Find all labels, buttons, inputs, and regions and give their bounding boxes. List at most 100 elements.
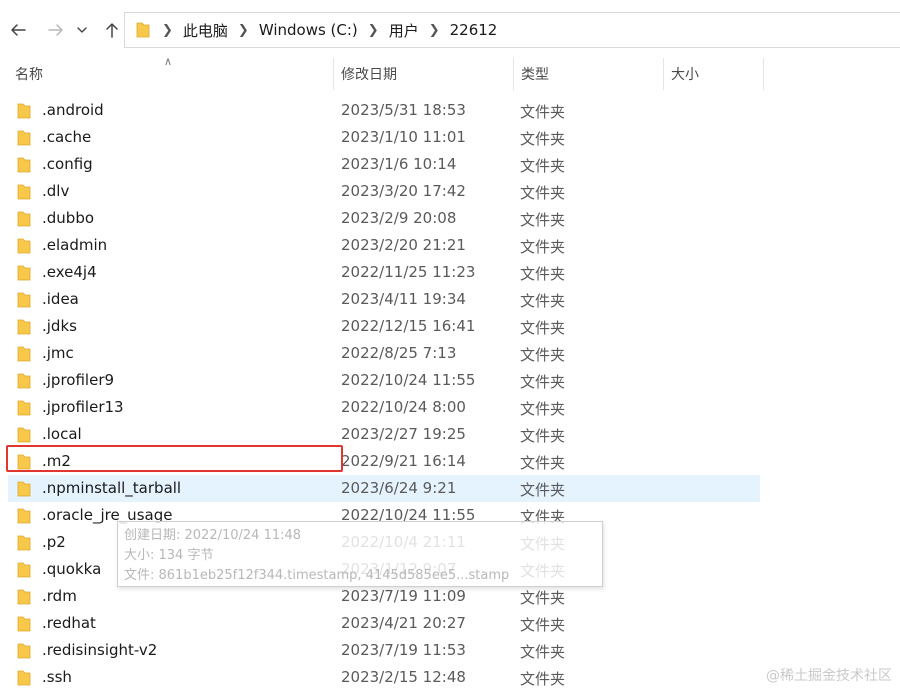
file-row[interactable]: .redhat 2023/4/21 20:27 文件夹 [8,610,760,637]
file-modified-date: 2023/3/20 17:42 [341,182,466,200]
chevron-right-icon[interactable]: ❯ [162,23,173,38]
file-name: .jprofiler9 [42,371,115,389]
folder-icon [17,292,31,308]
file-type: 文件夹 [520,238,566,256]
file-name: .rdm [42,587,77,605]
file-name: .android [42,101,104,119]
column-header-modified-label: 修改日期 [341,67,397,83]
folder-icon [17,346,31,362]
column-divider[interactable] [663,58,664,90]
file-type: 文件夹 [520,130,566,148]
file-name: .quokka [42,560,102,578]
file-row[interactable]: .jprofiler9 2022/10/24 11:55 文件夹 [8,367,760,394]
file-row[interactable]: .jprofiler13 2022/10/24 8:00 文件夹 [8,394,760,421]
file-name: .exe4j4 [42,263,97,281]
file-modified-date: 2023/5/31 18:53 [341,101,466,119]
file-modified-date: 2023/2/20 21:21 [341,236,466,254]
folder-icon [17,130,31,146]
file-type: 文件夹 [520,670,566,688]
file-name: .redhat [42,614,96,632]
file-row[interactable]: .cache 2023/1/10 11:01 文件夹 [8,124,760,151]
file-name: .redisinsight-v2 [42,641,158,659]
file-row[interactable]: .jmc 2022/8/25 7:13 文件夹 [8,340,760,367]
recent-locations-button[interactable] [70,14,94,46]
file-name: .config [42,155,93,173]
file-row[interactable]: .local 2023/2/27 19:25 文件夹 [8,421,760,448]
file-name: .local [42,425,82,443]
folder-icon [17,265,31,281]
column-divider[interactable] [333,58,334,90]
folder-icon [17,481,31,497]
tooltip-files: 文件: 861b1eb25f12f344.timestamp, 4145d585… [124,568,510,583]
breadcrumb-user-folder[interactable]: 22612 [450,21,498,39]
arrow-up-icon [106,23,118,38]
folder-icon [17,643,31,659]
file-modified-date: 2023/2/27 19:25 [341,425,466,443]
chevron-right-icon[interactable]: ❯ [238,23,249,38]
file-modified-date: 2023/4/21 20:27 [341,614,466,632]
column-header-name[interactable]: 名称 [15,58,333,90]
folder-icon [17,400,31,416]
file-type: 文件夹 [520,616,566,634]
forward-button[interactable] [40,14,72,46]
folder-icon [17,670,31,686]
file-row[interactable]: .android 2023/5/31 18:53 文件夹 [8,97,760,124]
file-name: .cache [42,128,92,146]
chevron-right-icon[interactable]: ❯ [368,23,379,38]
file-row[interactable]: .jdks 2022/12/15 16:41 文件夹 [8,313,760,340]
address-bar[interactable]: ❯ 此电脑 ❯ Windows (C:) ❯ 用户 ❯ 22612 [124,12,900,48]
file-type: 文件夹 [520,157,566,175]
file-row[interactable]: .dubbo 2023/2/9 20:08 文件夹 [8,205,760,232]
column-header-type[interactable]: 类型 [521,58,663,90]
column-divider[interactable] [513,58,514,90]
file-row[interactable]: .ssh 2023/2/15 12:48 文件夹 [8,664,760,691]
tooltip-created: 创建日期: 2022/10/24 11:48 [124,528,302,543]
file-name: .npminstall_tarball [42,479,182,497]
back-button[interactable] [2,14,34,46]
column-header-row: 名称 修改日期 类型 大小 [0,58,900,90]
file-modified-date: 2023/2/9 20:08 [341,209,457,227]
folder-icon [17,157,31,173]
navigation-bar: ❯ 此电脑 ❯ Windows (C:) ❯ 用户 ❯ 22612 [0,0,900,60]
highlight-box [6,445,343,472]
file-name: .dlv [42,182,70,200]
file-modified-date: 2023/7/19 11:09 [341,587,466,605]
file-modified-date: 2022/9/21 16:14 [341,452,466,470]
file-type: 文件夹 [520,427,566,445]
file-row[interactable]: .exe4j4 2022/11/25 11:23 文件夹 [8,259,760,286]
file-row[interactable]: .eladmin 2023/2/20 21:21 文件夹 [8,232,760,259]
file-type: 文件夹 [520,400,566,418]
file-type: 文件夹 [520,373,566,391]
file-row[interactable]: .rdm 2023/7/19 11:09 文件夹 [8,583,760,610]
column-header-size[interactable]: 大小 [671,58,763,90]
folder-icon [17,211,31,227]
file-row[interactable]: .config 2023/1/6 10:14 文件夹 [8,151,760,178]
file-name: .p2 [42,533,66,551]
column-divider[interactable] [763,58,764,90]
file-row[interactable]: .dlv 2023/3/20 17:42 文件夹 [8,178,760,205]
chevron-right-icon[interactable]: ❯ [429,23,440,38]
folder-icon [17,238,31,254]
file-type: 文件夹 [520,346,566,364]
file-type: 文件夹 [520,589,566,607]
folder-icon [17,562,31,578]
column-header-modified[interactable]: 修改日期 [341,58,513,90]
file-modified-date: 2022/11/25 11:23 [341,263,476,281]
breadcrumb-this-pc[interactable]: 此电脑 [183,20,228,41]
chevron-down-icon [77,27,87,33]
breadcrumb-users[interactable]: 用户 [389,20,419,41]
folder-icon [17,427,31,443]
file-type: 文件夹 [520,211,566,229]
folder-icon [136,22,150,38]
file-type: 文件夹 [520,292,566,310]
file-row[interactable]: .redisinsight-v2 2023/7/19 11:53 文件夹 [8,637,760,664]
folder-icon [17,535,31,551]
file-name: .idea [42,290,79,308]
file-row[interactable]: .idea 2023/4/11 19:34 文件夹 [8,286,760,313]
file-type: 文件夹 [520,184,566,202]
file-name: .jprofiler13 [42,398,124,416]
file-name: .jdks [42,317,77,335]
file-row[interactable]: .npminstall_tarball 2023/6/24 9:21 文件夹 [8,475,760,502]
file-name: .ssh [42,668,72,686]
breadcrumb-drive[interactable]: Windows (C:) [259,21,358,39]
